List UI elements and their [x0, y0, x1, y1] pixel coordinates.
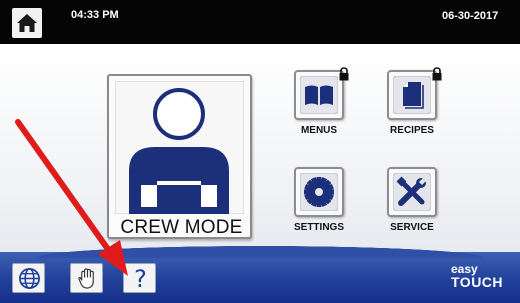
- settings-button[interactable]: SETTINGS: [289, 167, 349, 245]
- service-label: SERVICE: [390, 222, 434, 233]
- question-icon: ?: [134, 265, 147, 293]
- recipes-button[interactable]: RECIPES: [382, 67, 442, 148]
- bottom-bar: ?: [0, 244, 520, 303]
- menus-label: MENUS: [300, 125, 338, 136]
- home-button[interactable]: [12, 8, 42, 38]
- logo-line-2: TOUCH: [451, 274, 504, 290]
- current-date: 06-30-2017: [442, 10, 499, 22]
- cleaning-button[interactable]: [70, 263, 103, 293]
- status-bar: 04:33 PM 06-30-2017: [0, 0, 520, 45]
- crew-mode-button[interactable]: CREW MODE: [107, 74, 252, 239]
- help-button[interactable]: ?: [123, 263, 156, 293]
- crew-mode-label: CREW MODE: [120, 217, 243, 238]
- clock-time: 04:33 PM: [71, 9, 119, 21]
- language-button[interactable]: [12, 263, 45, 293]
- touchscreen: 04:33 PM 06-30-2017 CREW MODE MENUS RECI…: [0, 0, 520, 303]
- lock-icon: [428, 63, 442, 81]
- menus-button[interactable]: MENUS: [289, 67, 349, 148]
- lock-icon: [335, 63, 349, 81]
- settings-label: SETTINGS: [293, 222, 344, 233]
- easy-touch-logo: easy TOUCH: [451, 263, 504, 290]
- recipes-label: RECIPES: [390, 125, 434, 136]
- service-button[interactable]: SERVICE: [382, 167, 442, 245]
